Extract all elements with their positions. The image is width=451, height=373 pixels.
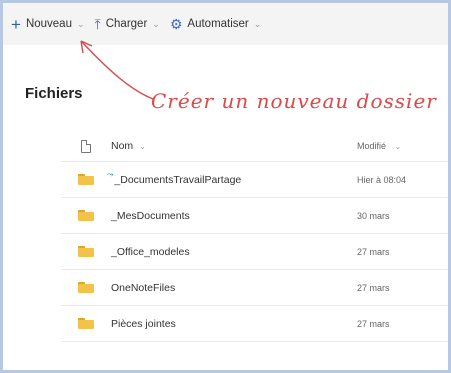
file-type-column-header[interactable] bbox=[61, 139, 111, 153]
file-name[interactable]: ⤳ _DocumentsTravailPartage bbox=[107, 170, 357, 186]
automate-button-label: Automatiser bbox=[187, 18, 249, 30]
command-bar: + Nouveau ⌄ ⤒ Charger ⌄ ⚙ Automatiser ⌄ bbox=[3, 3, 448, 45]
upload-button-label: Charger bbox=[105, 18, 148, 30]
onedrive-screenshot-frame: + Nouveau ⌄ ⤒ Charger ⌄ ⚙ Automatiser ⌄ … bbox=[0, 0, 451, 373]
file-list: Nom ⌄ Modifié ⌄ ⤳ _DocumentsTravailParta… bbox=[61, 131, 448, 342]
table-row[interactable]: OneNoteFiles 27 mars bbox=[61, 270, 448, 306]
chevron-down-icon: ⌄ bbox=[139, 141, 146, 151]
chevron-down-icon: ⌄ bbox=[152, 18, 160, 29]
file-name-text: _DocumentsTravailPartage bbox=[114, 173, 242, 186]
modified-column-label: Modifié bbox=[357, 141, 387, 151]
modified-date: 30 mars bbox=[357, 210, 390, 221]
upload-button[interactable]: ⤒ Charger ⌄ bbox=[95, 17, 160, 31]
automate-icon: ⚙ bbox=[169, 16, 183, 32]
table-row[interactable]: Pièces jointes 27 mars bbox=[61, 306, 448, 342]
file-name[interactable]: Pièces jointes bbox=[111, 318, 357, 330]
page-title: Fichiers bbox=[25, 85, 83, 102]
modified-column-header[interactable]: Modifié ⌄ bbox=[357, 141, 448, 151]
document-icon bbox=[81, 139, 91, 153]
upload-icon: ⤒ bbox=[94, 16, 101, 32]
file-name-text: _MesDocuments bbox=[111, 209, 190, 222]
name-column-header[interactable]: Nom ⌄ bbox=[111, 140, 357, 152]
modified-date: 27 mars bbox=[357, 318, 390, 329]
file-name-text: OneNoteFiles bbox=[111, 281, 176, 294]
folder-icon bbox=[61, 246, 111, 257]
folder-icon bbox=[61, 318, 111, 329]
modified-date: 27 mars bbox=[357, 246, 390, 257]
table-row[interactable]: _MesDocuments 30 mars bbox=[61, 198, 448, 234]
chevron-down-icon: ⌄ bbox=[253, 18, 262, 29]
file-name-text: Pièces jointes bbox=[111, 317, 176, 330]
new-button[interactable]: + Nouveau ⌄ bbox=[11, 16, 85, 33]
plus-icon: + bbox=[11, 14, 21, 34]
modified-date: Hier à 08:04 bbox=[357, 174, 407, 185]
folder-icon bbox=[61, 210, 111, 221]
folder-icon bbox=[61, 174, 111, 185]
chevron-down-icon: ⌄ bbox=[394, 142, 402, 151]
table-row[interactable]: _Office_modeles 27 mars bbox=[61, 234, 448, 270]
file-list-header: Nom ⌄ Modifié ⌄ bbox=[61, 131, 448, 162]
shared-icon: ⤳ bbox=[107, 169, 114, 179]
table-row[interactable]: ⤳ _DocumentsTravailPartage Hier à 08:04 bbox=[61, 162, 448, 198]
chevron-down-icon: ⌄ bbox=[76, 18, 85, 29]
handwritten-annotation: Créer un nouveau dossier bbox=[151, 89, 437, 113]
modified-date: 27 mars bbox=[357, 282, 390, 293]
file-name-text: _Office_modeles bbox=[111, 245, 190, 258]
name-column-label: Nom bbox=[111, 140, 134, 152]
folder-icon bbox=[61, 282, 111, 293]
file-name[interactable]: _MesDocuments bbox=[111, 210, 357, 222]
file-name[interactable]: _Office_modeles bbox=[111, 246, 357, 258]
new-button-label: Nouveau bbox=[25, 18, 72, 30]
file-name[interactable]: OneNoteFiles bbox=[111, 282, 357, 294]
automate-button[interactable]: ⚙ Automatiser ⌄ bbox=[170, 17, 261, 31]
